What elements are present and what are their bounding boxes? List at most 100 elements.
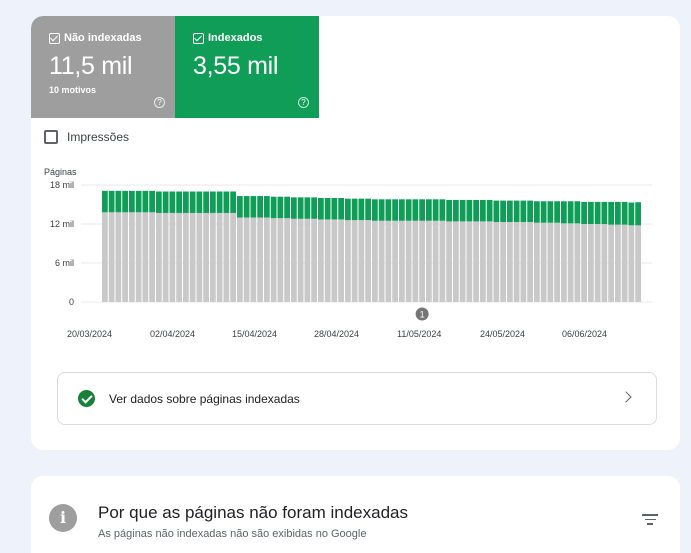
- bar-not-indexed: [486, 221, 493, 302]
- check-circle-icon: [78, 390, 95, 407]
- bar-indexed: [250, 196, 257, 218]
- bar-not-indexed: [466, 221, 473, 302]
- bar-not-indexed: [284, 218, 290, 302]
- bar-indexed: [176, 191, 182, 213]
- index-coverage-card: Não indexadas 11,5 mil 10 motivos ? Inde…: [31, 16, 680, 450]
- bar-not-indexed: [372, 220, 378, 302]
- bar-not-indexed: [331, 219, 338, 302]
- bar-indexed: [439, 199, 446, 221]
- bar-not-indexed: [115, 212, 122, 302]
- help-icon[interactable]: ?: [298, 97, 309, 108]
- indexed-tile[interactable]: Indexados 3,55 mil ?: [175, 16, 319, 118]
- bar-indexed: [122, 190, 128, 213]
- bar-indexed: [540, 201, 547, 223]
- bar-not-indexed: [210, 212, 216, 302]
- help-icon[interactable]: ?: [154, 97, 165, 108]
- impressions-toggle[interactable]: Impressões: [44, 130, 129, 144]
- bar-indexed: [392, 199, 398, 221]
- bar-not-indexed: [507, 222, 513, 302]
- x-tick-label: 15/04/2024: [232, 329, 277, 339]
- bar-not-indexed: [365, 220, 371, 302]
- reasons-title: Por que as páginas não foram indexadas: [98, 503, 408, 522]
- bar-indexed: [378, 199, 385, 221]
- bar-not-indexed: [108, 212, 115, 302]
- bar-indexed: [459, 199, 466, 222]
- bar-indexed: [419, 199, 425, 221]
- bar-not-indexed: [250, 217, 257, 302]
- bar-indexed: [561, 201, 567, 224]
- not-indexed-label: Não indexadas: [64, 32, 142, 44]
- bar-not-indexed: [621, 224, 628, 302]
- bar-indexed: [284, 196, 290, 219]
- bar-indexed: [594, 201, 601, 224]
- checkbox-unchecked-icon[interactable]: [44, 130, 58, 144]
- bar-indexed: [216, 191, 223, 213]
- bar-not-indexed: [446, 221, 452, 302]
- bar-not-indexed: [162, 212, 169, 302]
- not-indexed-count: 11,5 mil: [49, 52, 133, 80]
- bar-indexed: [297, 197, 304, 219]
- bar-indexed: [500, 200, 506, 223]
- bar-indexed: [453, 199, 459, 222]
- chevron-right-icon: [620, 391, 632, 403]
- bar-indexed: [446, 199, 452, 222]
- bar-indexed: [520, 200, 527, 223]
- bar-indexed: [608, 201, 614, 225]
- bar-not-indexed: [588, 224, 594, 302]
- bar-indexed: [149, 190, 155, 213]
- bar-indexed: [291, 197, 297, 219]
- bar-indexed: [331, 198, 338, 220]
- bar-indexed: [169, 191, 176, 213]
- x-tick-label: 28/04/2024: [314, 329, 359, 339]
- bar-not-indexed: [189, 212, 196, 302]
- bar-not-indexed: [615, 224, 621, 302]
- bar-not-indexed: [500, 222, 506, 302]
- bar-indexed: [486, 199, 493, 222]
- bar-indexed: [480, 199, 486, 222]
- not-indexed-tile[interactable]: Não indexadas 11,5 mil 10 motivos ?: [31, 16, 175, 118]
- bar-not-indexed: [169, 212, 176, 302]
- x-tick-label: 02/04/2024: [150, 329, 195, 339]
- bar-indexed: [108, 190, 115, 213]
- bar-not-indexed: [264, 217, 270, 302]
- bar-not-indexed: [493, 222, 500, 302]
- bar-indexed: [345, 198, 351, 221]
- bar-not-indexed: [419, 220, 425, 302]
- bar-not-indexed: [351, 220, 358, 302]
- impressions-label: Impressões: [67, 130, 130, 144]
- view-indexed-pages-label: Ver dados sobre páginas indexadas: [109, 391, 300, 406]
- not-indexed-reasons-count: 10 motivos: [49, 85, 97, 95]
- bar-not-indexed: [257, 217, 263, 302]
- bar-not-indexed: [432, 220, 439, 302]
- bar-indexed: [372, 199, 378, 221]
- bar-not-indexed: [230, 212, 236, 302]
- bar-indexed: [405, 199, 412, 221]
- bar-not-indexed: [520, 222, 527, 302]
- bar-not-indexed: [358, 220, 365, 302]
- view-indexed-pages-link[interactable]: Ver dados sobre páginas indexadas: [57, 372, 657, 425]
- bar-indexed: [432, 199, 439, 221]
- bar-indexed: [223, 191, 230, 213]
- x-tick-label: 06/06/2024: [562, 329, 607, 339]
- bar-indexed: [547, 201, 554, 223]
- bar-not-indexed: [594, 224, 601, 302]
- bar-indexed: [324, 198, 331, 220]
- bar-not-indexed: [102, 212, 108, 302]
- checkbox-checked-icon[interactable]: [49, 32, 60, 44]
- indexed-label: Indexados: [208, 32, 263, 44]
- bar-not-indexed: [628, 225, 635, 302]
- bar-not-indexed: [534, 222, 540, 302]
- checkbox-checked-icon[interactable]: [193, 32, 204, 44]
- y-axis-label: Páginas: [44, 167, 77, 177]
- filter-icon[interactable]: [642, 514, 658, 526]
- bar-indexed: [574, 201, 581, 224]
- bar-indexed: [635, 202, 641, 226]
- bar-indexed: [615, 201, 621, 225]
- bar-indexed: [358, 198, 365, 221]
- bar-not-indexed: [135, 212, 142, 302]
- x-tick-label: 24/05/2024: [480, 329, 525, 339]
- bar-indexed: [196, 191, 203, 213]
- bar-indexed: [277, 196, 284, 219]
- bar-indexed: [129, 190, 135, 213]
- x-tick-label: 11/05/2024: [397, 329, 441, 339]
